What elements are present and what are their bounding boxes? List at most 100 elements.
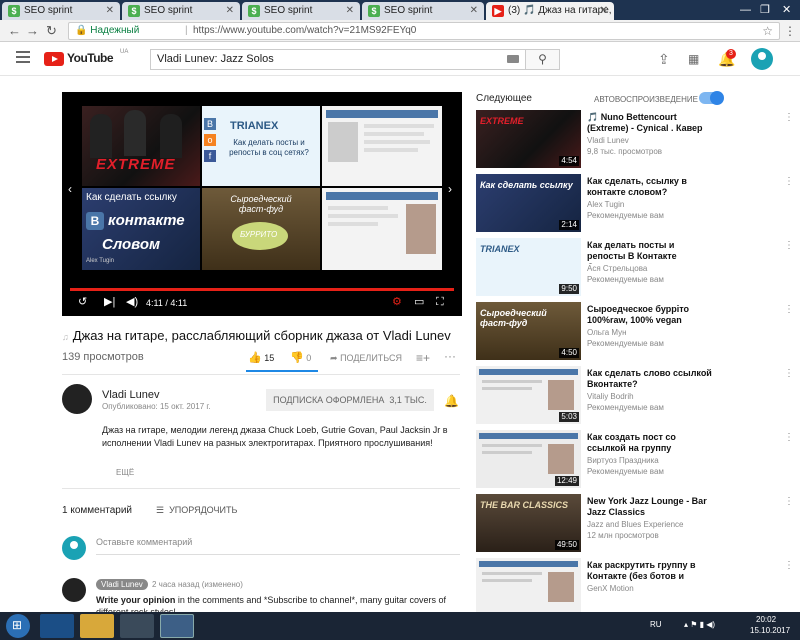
share-button[interactable]: ➦ ПОДЕЛИТЬСЯ (330, 352, 402, 364)
video-thumbnail[interactable] (476, 558, 581, 616)
close-tab-icon[interactable]: ✕ (470, 2, 478, 20)
recommended-video-channel[interactable]: Ольга Мун (587, 328, 627, 337)
next-arrow-icon[interactable]: › (448, 182, 452, 196)
end-screen-video-food[interactable]: Сыроедческий фаст-фуд БУРРИТО (202, 188, 320, 270)
notification-bell-icon[interactable]: 🔔 (444, 394, 459, 408)
replay-icon[interactable]: ↺ (78, 296, 87, 308)
progress-bar[interactable] (70, 288, 454, 291)
recommended-video-title[interactable]: Как делать посты и репосты В Контакте Од… (587, 240, 712, 264)
recommended-video-channel[interactable]: GenX Motion (587, 584, 634, 593)
recommended-video-title[interactable]: Как сделать, ссылку в контакте словом? (587, 176, 712, 198)
back-icon[interactable]: ← (8, 23, 21, 39)
channel-name[interactable]: Vladi Lunev (102, 389, 160, 401)
subscribe-button[interactable]: ПОДПИСКА ОФОРМЛЕНА 3,1 ТЫС. (266, 389, 434, 411)
recommended-video-channel[interactable]: Vitaliy Bodrih (587, 392, 634, 401)
close-tab-icon[interactable]: ✕ (600, 2, 608, 20)
recommended-video[interactable]: 5:03 Как сделать слово ссылкой Вконтакте?… (476, 366, 800, 426)
settings-icon[interactable]: ⚙ (392, 296, 402, 308)
browser-tab[interactable]: $ SEO sprint ✕ (2, 2, 120, 20)
forward-icon[interactable]: → (26, 23, 39, 39)
recommended-video-title[interactable]: Сыроедческое бурріто 100%raw, 100% vegan (587, 304, 712, 326)
end-screen-video-vk-link[interactable]: Как сделать ссылку В контакте Словом Ale… (82, 188, 200, 270)
video-thumbnail[interactable]: Как сделать ссылку 2:14 (476, 174, 581, 232)
video-thumbnail[interactable]: TRIANEX 9:50 (476, 238, 581, 296)
recommended-video[interactable]: Как раскрутить группу в Контакте (без бо… (476, 558, 800, 618)
video-thumbnail[interactable]: EXTREME 4:54 (476, 110, 581, 168)
recommended-video[interactable]: Сыроедческий фаст-фуд 4:50 Сыроедческое бу… (476, 302, 800, 362)
apps-grid-icon[interactable]: ▦ (688, 52, 699, 66)
recommended-video[interactable]: 12:49 Как создать пост со ссылкой на груп… (476, 430, 800, 490)
browser-tab[interactable]: $ SEO sprint ✕ (362, 2, 484, 20)
recommended-video-channel[interactable]: Alex Tugin (587, 200, 624, 209)
sort-comments-button[interactable]: ☰ УПОРЯДОЧИТЬ (156, 505, 237, 516)
more-options-icon[interactable]: ⋮ (784, 240, 794, 251)
recommended-video[interactable]: TRIANEX 9:50 Как делать посты и репосты В … (476, 238, 800, 298)
recommended-video-channel[interactable]: Vladi Lunev (587, 136, 629, 145)
close-window-icon[interactable]: ✕ (782, 2, 791, 18)
recommended-video-title[interactable]: 🎵 Nuno Bettencourt (Extreme) - Cynical .… (587, 112, 712, 136)
comment-author[interactable]: Vladi Lunev (96, 579, 148, 590)
comment-input[interactable]: Оставьте комментарий (96, 537, 460, 547)
previous-arrow-icon[interactable]: ‹ (68, 182, 72, 196)
clock-date[interactable]: 15.10.2017 (750, 626, 790, 636)
maximize-icon[interactable]: ❐ (760, 2, 770, 18)
taskbar-ie-icon[interactable] (40, 614, 74, 638)
fullscreen-icon[interactable]: ⛶ (436, 296, 444, 308)
bookmark-star-icon[interactable]: ☆ (762, 23, 773, 39)
browser-tab-active[interactable]: ▶ (3) 🎵 Джаз на гитаре, р: ✕ (486, 2, 614, 20)
end-screen-video-trianex[interactable]: В о f TRIANEX Как делать посты и репосты… (202, 106, 320, 186)
guide-menu-icon[interactable] (16, 51, 30, 63)
taskbar-explorer-icon[interactable] (80, 614, 114, 638)
recommended-video-title[interactable]: Как создать пост со ссылкой на группу (587, 432, 712, 454)
taskbar-chrome-icon[interactable] (160, 614, 194, 638)
account-avatar[interactable] (751, 48, 773, 70)
next-video-icon[interactable]: ▶| (104, 296, 115, 308)
tray-icons[interactable]: ▴ ⚑ ▮ ◀) (684, 620, 715, 630)
start-button[interactable]: ⊞ (6, 614, 30, 638)
recommended-video-channel[interactable]: Виртуоз Праздника (587, 456, 659, 465)
clock-time[interactable]: 20:02 (756, 615, 776, 625)
video-thumbnail[interactable]: 12:49 (476, 430, 581, 488)
close-tab-icon[interactable]: ✕ (226, 2, 234, 20)
add-to-playlist-icon[interactable]: ≡+ (416, 352, 430, 364)
recommended-video-channel[interactable]: Ася Стрельцова (587, 264, 647, 273)
end-screen-video-screenshot-2[interactable] (322, 188, 442, 270)
keyboard-icon[interactable] (507, 55, 519, 63)
more-options-icon[interactable]: ⋮ (784, 560, 794, 571)
more-actions-icon[interactable]: ··· (444, 350, 456, 362)
search-button[interactable]: ⚲ (526, 49, 560, 70)
url-field[interactable]: 🔒 Надежный | https://www.youtube.com/wat… (68, 22, 780, 40)
recommended-video[interactable]: EXTREME 4:54 🎵 Nuno Bettencourt (Extreme) … (476, 110, 800, 170)
more-options-icon[interactable]: ⋮ (784, 112, 794, 123)
dislike-button[interactable]: 👎 0 (290, 352, 311, 364)
upload-icon[interactable]: ⇪ (658, 52, 670, 66)
video-thumbnail[interactable]: THE BAR CLASSICS 49:50 (476, 494, 581, 552)
recommended-video-title[interactable]: Как раскрутить группу в Контакте (без бо… (587, 560, 712, 582)
keyboard-language[interactable]: RU (650, 620, 662, 630)
more-options-icon[interactable]: ⋮ (784, 432, 794, 443)
browser-tab[interactable]: $ SEO sprint ✕ (122, 2, 240, 20)
video-thumbnail[interactable]: Сыроедческий фаст-фуд 4:50 (476, 302, 581, 360)
reload-icon[interactable]: ↻ (46, 23, 57, 39)
show-more-button[interactable]: ЕЩЁ (116, 468, 134, 477)
browser-tab[interactable]: $ SEO sprint ✕ (242, 2, 360, 20)
more-options-icon[interactable]: ⋮ (784, 304, 794, 315)
autoplay-toggle[interactable] (699, 91, 724, 105)
minimize-icon[interactable]: — (740, 2, 751, 18)
volume-icon[interactable]: ◀) (126, 296, 138, 308)
video-player[interactable]: EXTREME В о f TRIANEX Как делать посты и… (62, 92, 462, 316)
recommended-video-title[interactable]: Как сделать слово ссылкой Вконтакте? (587, 368, 712, 390)
more-options-icon[interactable]: ⋮ (784, 176, 794, 187)
channel-avatar[interactable] (62, 384, 92, 414)
close-tab-icon[interactable]: ✕ (346, 2, 354, 20)
end-screen-video-screenshot[interactable] (322, 106, 442, 186)
secure-indicator[interactable]: 🔒 Надежный (75, 23, 139, 39)
more-options-icon[interactable]: ⋮ (784, 368, 794, 379)
search-input[interactable]: Vladi Lunev: Jazz Solos (150, 49, 526, 70)
recommended-video-title[interactable]: New York Jazz Lounge - Bar Jazz Classics (587, 496, 712, 518)
comment-author-avatar[interactable] (62, 578, 86, 602)
video-thumbnail[interactable]: 5:03 (476, 366, 581, 424)
recommended-video-channel[interactable]: Jazz and Blues Experience (587, 520, 684, 529)
taskbar-media-icon[interactable] (120, 614, 154, 638)
recommended-video[interactable]: THE BAR CLASSICS 49:50 New York Jazz Loung… (476, 494, 800, 554)
